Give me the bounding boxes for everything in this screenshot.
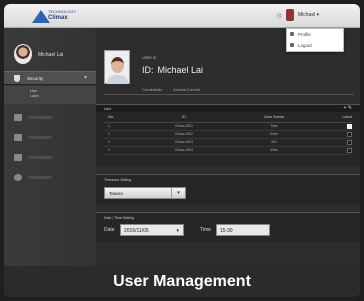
table-row[interactable]: 2 Climax-0002 Kevin <box>104 130 352 139</box>
dropdown-item-logout[interactable]: Logout <box>287 40 343 51</box>
profile-tabs: Credentials Access Control <box>142 87 210 92</box>
sidebar-subitem-latch[interactable]: Latch <box>4 93 96 98</box>
cell-id: Climax-0003 <box>144 138 224 147</box>
settings-icon <box>14 114 22 121</box>
logs-icon <box>14 154 22 161</box>
sidebar-item-settings[interactable] <box>14 112 88 124</box>
table-row[interactable]: 3 Climax-0003 Mel <box>104 138 352 147</box>
user-avatar-icon[interactable] <box>286 9 294 21</box>
sidebar-user-name: Michael Lai <box>38 52 64 58</box>
user-id-caption: USER ID <box>142 56 157 60</box>
user-table-panel: User + ✎ No. ID User Name Latch 1 Climax-… <box>96 104 360 166</box>
main-content: USER ID ID: Michael Lai Credentials Acces… <box>96 28 360 297</box>
cell-user-name: Kevin <box>224 130 324 139</box>
divider <box>104 94 354 95</box>
user-table: No. ID User Name Latch 1 Climax-0001 Sam 2 C… <box>104 112 352 155</box>
settings-gear-icon[interactable]: ⚙ <box>276 12 282 20</box>
sidebar-item-label: Security <box>27 76 44 81</box>
logout-icon <box>290 43 294 47</box>
table-row[interactable]: 1 Climax-0001 Sam <box>104 122 352 131</box>
user-name-title: Michael Lai <box>157 65 204 75</box>
logo-subtext: TECHNOLOGY <box>48 9 77 14</box>
edit-icon[interactable]: + ✎ <box>344 105 353 111</box>
latch-checkbox[interactable] <box>347 131 352 137</box>
column-header: ID <box>144 112 224 123</box>
column-header: No. <box>104 112 144 123</box>
cell-no: 4 <box>104 146 144 155</box>
events-icon <box>14 134 22 141</box>
sidebar-item-logs[interactable] <box>14 152 88 164</box>
cell-id: Climax-0002 <box>144 130 224 139</box>
chevron-down-icon: ▾ <box>84 75 88 81</box>
sidebar-item-help[interactable] <box>14 172 88 184</box>
app-frame: TECHNOLOGY Climax ⚙ Michael ▾ Profile Lo… <box>4 4 360 297</box>
user-menu-toggle[interactable]: Michael ▾ <box>298 12 319 18</box>
user-dropdown-menu: Profile Logout <box>286 28 344 52</box>
table-row[interactable]: 4 Climax-0004 Moss <box>104 146 352 155</box>
cell-no: 3 <box>104 138 144 147</box>
sidebar: Michael Lai Security ▾ User Latch <box>4 28 96 297</box>
sidebar-avatar <box>14 44 32 64</box>
cell-user-name: Sam <box>224 122 324 131</box>
time-label: Time <box>200 227 211 233</box>
date-picker[interactable]: 2016/11/05 ▾ <box>120 224 184 236</box>
column-header: User Name <box>224 112 324 123</box>
latch-checkbox[interactable] <box>347 123 352 129</box>
time-field[interactable]: 15:30 <box>216 224 270 236</box>
sidebar-item-events[interactable] <box>14 132 88 144</box>
cell-no: 2 <box>104 130 144 139</box>
cell-id: Climax-0004 <box>144 146 224 155</box>
table-header-row: No. ID User Name Latch <box>104 112 352 123</box>
timezone-title: Timezone Setting <box>104 178 132 182</box>
top-bar: TECHNOLOGY Climax ⚙ Michael ▾ <box>4 4 360 28</box>
shield-icon <box>14 75 20 82</box>
sidebar-submenu: User Latch <box>4 86 96 104</box>
chevron-down-icon: ▾ <box>171 188 185 198</box>
climax-logo: TECHNOLOGY Climax <box>32 6 78 24</box>
datetime-title: Date / Time Setting <box>104 216 134 220</box>
help-icon <box>14 174 22 181</box>
logo-text: Climax <box>48 15 68 21</box>
caption-title: User Management <box>4 266 360 297</box>
date-label: Date <box>104 227 115 233</box>
tab-access-control[interactable]: Access Control <box>173 87 200 92</box>
cell-user-name: Moss <box>224 146 324 155</box>
datetime-panel: Date / Time Setting Date 2016/11/05 ▾ Ti… <box>96 212 360 242</box>
sidebar-subitem-user[interactable]: User <box>4 86 96 93</box>
latch-checkbox[interactable] <box>347 139 352 145</box>
latch-checkbox[interactable] <box>347 147 352 153</box>
profile-icon <box>290 32 294 36</box>
sidebar-item-security[interactable]: Security ▾ <box>4 71 96 85</box>
user-id-title: ID: Michael Lai <box>142 65 204 75</box>
dropdown-item-profile[interactable]: Profile <box>287 29 343 40</box>
chevron-down-icon: ▾ <box>176 228 179 234</box>
cell-no: 1 <box>104 122 144 131</box>
tab-credentials[interactable]: Credentials <box>142 87 162 92</box>
cell-user-name: Mel <box>224 138 324 147</box>
column-header: Latch <box>324 112 352 123</box>
timezone-select[interactable]: Taiwan ▾ <box>104 187 186 199</box>
profile-photo <box>104 50 130 84</box>
panel-title: User <box>104 107 112 111</box>
timezone-panel: Timezone Setting Taiwan ▾ <box>96 174 360 204</box>
cell-id: Climax-0001 <box>144 122 224 131</box>
